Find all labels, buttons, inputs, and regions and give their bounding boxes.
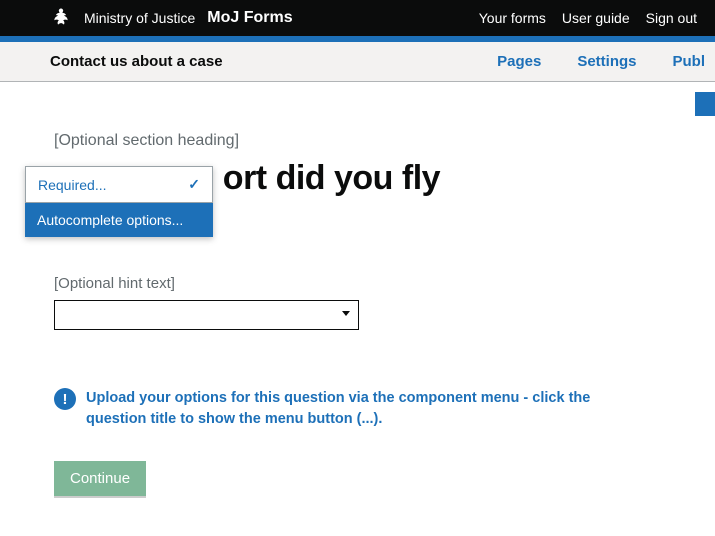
header-nav: Your forms User guide Sign out bbox=[479, 10, 697, 26]
info-icon: ! bbox=[54, 388, 76, 410]
info-text: Upload your options for this question vi… bbox=[86, 388, 594, 429]
nav-your-forms[interactable]: Your forms bbox=[479, 10, 546, 26]
govuk-crest-icon bbox=[50, 7, 72, 29]
ministry-name: Ministry of Justice bbox=[84, 10, 195, 26]
page-editor: [Optional section heading] Which airport… bbox=[0, 82, 715, 496]
nav-sign-out[interactable]: Sign out bbox=[646, 10, 697, 26]
product-name: MoJ Forms bbox=[207, 9, 292, 27]
editor-tabs: Pages Settings Publ bbox=[497, 53, 715, 70]
tab-publish[interactable]: Publ bbox=[673, 53, 706, 70]
tab-settings[interactable]: Settings bbox=[577, 53, 636, 70]
form-title: Contact us about a case bbox=[50, 53, 223, 70]
menu-item-required-label: Required... bbox=[38, 177, 106, 193]
nav-user-guide[interactable]: User guide bbox=[562, 10, 630, 26]
section-heading-placeholder[interactable]: [Optional section heading] bbox=[54, 132, 715, 150]
hint-text-placeholder[interactable]: [Optional hint text] bbox=[54, 275, 715, 292]
check-icon: ✓ bbox=[188, 176, 200, 193]
menu-item-autocomplete-label: Autocomplete options... bbox=[37, 212, 183, 228]
continue-button[interactable]: Continue bbox=[54, 461, 146, 496]
autocomplete-select[interactable] bbox=[54, 300, 359, 330]
menu-item-required[interactable]: Required... ✓ bbox=[25, 166, 213, 203]
component-context-menu: Required... ✓ Autocomplete options... bbox=[25, 166, 213, 237]
form-bar: Contact us about a case Pages Settings P… bbox=[0, 42, 715, 82]
header-brand: Ministry of Justice MoJ Forms bbox=[50, 7, 293, 29]
info-banner: ! Upload your options for this question … bbox=[54, 388, 594, 429]
question-title-text: ort did you fly bbox=[223, 159, 440, 197]
global-header: Ministry of Justice MoJ Forms Your forms… bbox=[0, 0, 715, 36]
tab-pages[interactable]: Pages bbox=[497, 53, 541, 70]
menu-item-autocomplete-options[interactable]: Autocomplete options... bbox=[25, 203, 213, 237]
